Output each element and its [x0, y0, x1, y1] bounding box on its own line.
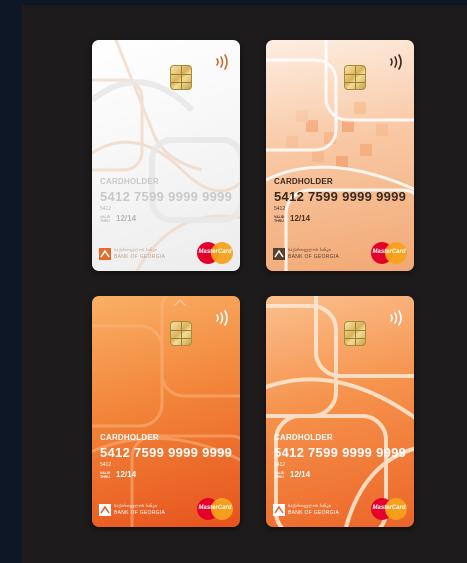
card-peach: CARDHOLDER 5412 7599 9999 9999 5412 VALI… — [266, 40, 414, 271]
chip-icon — [344, 65, 366, 90]
mastercard-logo-icon: MasterCard — [197, 242, 233, 264]
card-number-short: 5412 — [100, 462, 112, 468]
bank-name-georgian: საქართველოს ბანკი — [114, 503, 157, 508]
bank-logo-icon — [273, 248, 285, 260]
contactless-icon — [216, 310, 228, 326]
expiry-date: 12/14 — [116, 470, 137, 479]
chip-icon — [170, 321, 192, 346]
chip-icon — [344, 321, 366, 346]
bank-name-georgian: საქართველოს ბანკი — [288, 503, 331, 508]
card-orange-lines: CARDHOLDER 5412 7599 9999 9999 5412 VALI… — [266, 296, 414, 527]
cardholder-label: CARDHOLDER — [100, 433, 159, 442]
cardholder-label: CARDHOLDER — [274, 433, 333, 442]
network-label: MasterCard — [372, 249, 406, 255]
contactless-icon — [216, 54, 228, 70]
card-number: 5412 7599 9999 9999 — [100, 445, 233, 460]
card-number: 5412 7599 9999 9999 — [274, 445, 407, 460]
bank-name-english: BANK OF GEORGIA — [288, 254, 340, 260]
bank-logo: საქართველოს ბანკი BANK OF GEORGIA — [273, 503, 351, 517]
chip-icon — [170, 65, 192, 90]
bank-logo-icon — [273, 504, 285, 516]
mastercard-logo-icon: MasterCard — [197, 498, 233, 520]
bank-name-english: BANK OF GEORGIA — [114, 254, 166, 260]
bank-logo-icon — [99, 248, 111, 260]
expiry-date: 12/14 — [290, 214, 311, 223]
valid-thru-label: VALID THRU — [274, 215, 285, 223]
card-pattern — [266, 40, 414, 271]
bank-logo: საქართველოს ბანკი BANK OF GEORGIA — [273, 247, 351, 261]
bank-logo: საქართველოს ბანკი BANK OF GEORGIA — [99, 247, 177, 261]
card-pattern — [266, 296, 414, 527]
network-label: MasterCard — [198, 505, 232, 511]
cardholder-label: CARDHOLDER — [274, 177, 333, 186]
valid-thru-label: VALID THRU — [100, 471, 111, 479]
mastercard-logo-icon: MasterCard — [371, 242, 407, 264]
bank-name-english: BANK OF GEORGIA — [288, 510, 340, 516]
mastercard-logo-icon: MasterCard — [371, 498, 407, 520]
card-number-short: 5412 — [100, 206, 112, 212]
card-number-short: 5412 — [274, 462, 286, 468]
card-number: 5412 7599 9999 9999 — [274, 189, 407, 204]
expiry-date: 12/14 — [116, 214, 137, 223]
card-number-short: 5412 — [274, 206, 286, 212]
card-pattern — [92, 296, 240, 527]
contactless-icon — [390, 54, 402, 70]
bank-name-english: BANK OF GEORGIA — [114, 510, 166, 516]
bank-name-georgian: საქართველოს ბანკი — [288, 247, 331, 252]
card-pattern — [92, 40, 240, 271]
network-label: MasterCard — [198, 249, 232, 255]
expiry-date: 12/14 — [290, 470, 311, 479]
cardholder-label: CARDHOLDER — [100, 177, 159, 186]
bank-logo-icon — [99, 504, 111, 516]
contactless-icon — [390, 310, 402, 326]
card-orange: CARDHOLDER 5412 7599 9999 9999 5412 VALI… — [92, 296, 240, 527]
bank-logo: საქართველოს ბანკი BANK OF GEORGIA — [99, 503, 177, 517]
card-white: CARDHOLDER 5412 7599 9999 9999 5412 VALI… — [92, 40, 240, 271]
valid-thru-label: VALID THRU — [274, 471, 285, 479]
network-label: MasterCard — [372, 505, 406, 511]
valid-thru-label: VALID THRU — [100, 215, 111, 223]
card-number: 5412 7599 9999 9999 — [100, 189, 233, 204]
bank-name-georgian: საქართველოს ბანკი — [114, 247, 157, 252]
